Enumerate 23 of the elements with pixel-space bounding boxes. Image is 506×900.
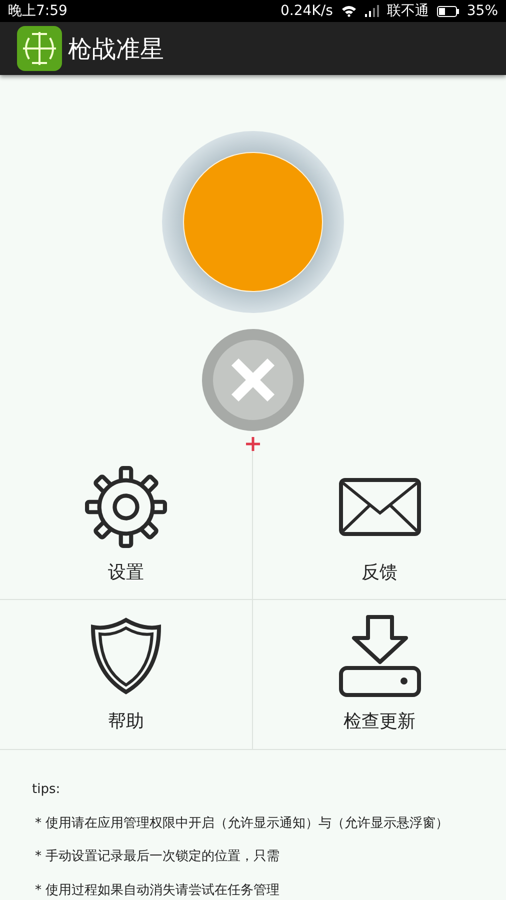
close-icon <box>229 356 277 404</box>
shield-icon <box>90 617 162 695</box>
carrier-name: 联不通 <box>386 2 429 21</box>
crosshair-icon <box>17 26 62 72</box>
tips-heading: tips: <box>32 781 62 799</box>
wifi-icon <box>340 5 357 18</box>
menu-tile[interactable]: 帮助 <box>0 600 253 749</box>
signal-icon <box>364 5 379 18</box>
tip-text: * 使用请在应用管理权限中开启（允许显示通知）与（允许显示悬浮窗） <box>34 814 450 832</box>
gear-icon <box>85 466 167 548</box>
battery-level: 35% <box>466 2 498 21</box>
envelope-icon <box>338 476 422 536</box>
plus-icon <box>246 437 260 451</box>
app-title: 枪战准星 <box>68 34 164 65</box>
download-icon <box>338 614 422 698</box>
menu-tile[interactable]: 检查更新 <box>253 600 506 749</box>
tip-text: * 手动设置记录最后一次锁定的位置，只需 <box>34 848 281 866</box>
network-speed: 0.24K/s <box>280 2 333 21</box>
status-time: 晚上7:59 <box>8 2 68 21</box>
menu-tile[interactable]: 设置 <box>0 451 253 600</box>
menu-tile[interactable]: 反馈 <box>253 451 506 600</box>
tip-text: * 使用过程如果自动消失请尝试在任务管理 <box>34 882 281 900</box>
battery-icon <box>436 6 459 17</box>
